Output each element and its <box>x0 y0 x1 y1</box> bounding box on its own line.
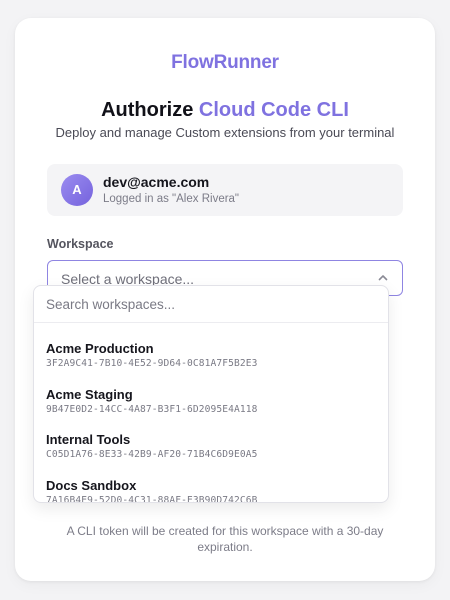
account-email: dev@acme.com <box>103 174 210 190</box>
workspace-option-id: 9B47E0D2-14CC-4A87-B3F1-6D2095E4A118 <box>46 404 258 415</box>
workspace-option-docs-sandbox[interactable]: Docs Sandbox 7A16B4E9-52D0-4C31-88AF-E3B… <box>34 469 388 503</box>
logged-in-as-text: Logged in as "Alex Rivera" <box>103 193 240 205</box>
workspace-option-name: Acme Staging <box>46 387 133 402</box>
workspace-search-input[interactable] <box>46 294 366 314</box>
workspace-option-acme-production[interactable]: Acme Production 3F2A9C41-7B10-4E52-9D64-… <box>34 332 388 376</box>
title-prefix: Authorize <box>101 99 199 121</box>
brand-logo: FlowRunner <box>171 52 279 73</box>
page-subtitle: Deploy and manage Custom extensions from… <box>55 125 395 140</box>
token-expiration-note: A CLI token will be created for this wor… <box>66 524 384 554</box>
workspace-option-name: Acme Production <box>46 341 154 356</box>
workspace-option-internal-tools[interactable]: Internal Tools C05D1A76-8E33-42B9-AF20-7… <box>34 423 388 467</box>
title-app-name: Cloud Code CLI <box>198 99 349 121</box>
chevron-up-icon <box>378 275 388 281</box>
workspace-option-name: Internal Tools <box>46 432 131 447</box>
workspace-search <box>34 286 388 323</box>
workspace-option-id: C05D1A76-8E33-42B9-AF20-71B4C6D9E0A5 <box>46 449 258 460</box>
workspace-label: Workspace <box>47 237 114 251</box>
workspace-dropdown: Acme Production 3F2A9C41-7B10-4E52-9D64-… <box>33 285 389 503</box>
workspace-option-id: 3F2A9C41-7B10-4E52-9D64-0C81A7F5B2E3 <box>46 358 258 369</box>
avatar: A <box>61 174 93 206</box>
workspace-option-acme-staging[interactable]: Acme Staging 9B47E0D2-14CC-4A87-B3F1-6D2… <box>34 378 388 422</box>
account-card: A dev@acme.com Logged in as "Alex Rivera… <box>47 164 403 216</box>
workspace-option-name: Docs Sandbox <box>46 478 137 493</box>
workspace-option-id: 7A16B4E9-52D0-4C31-88AF-E3B90D742C6B <box>46 495 258 503</box>
page-title: Authorize Cloud Code CLI <box>15 99 435 122</box>
